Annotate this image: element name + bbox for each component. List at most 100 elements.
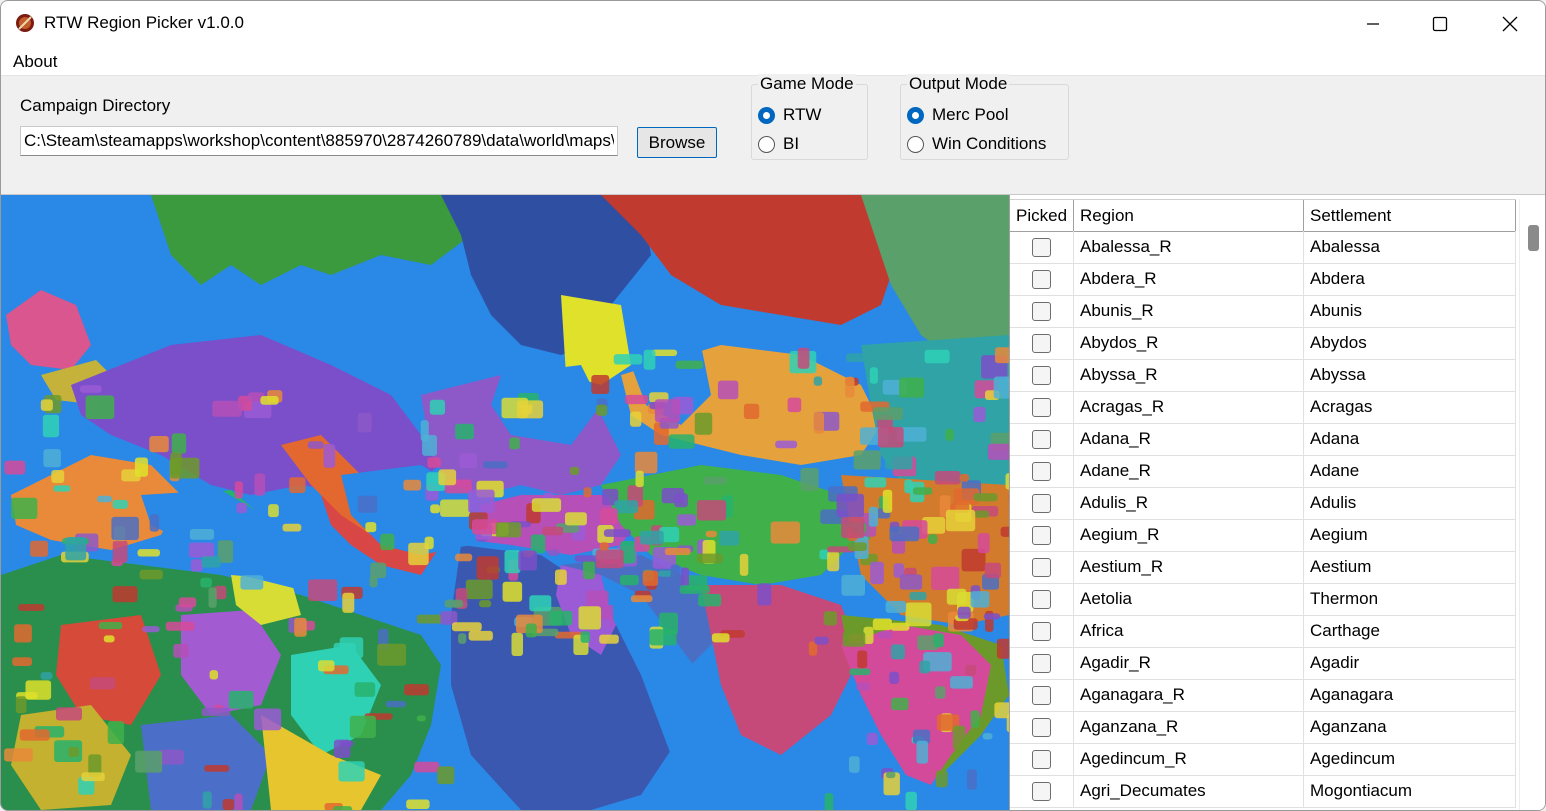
- region-map[interactable]: [1, 195, 1009, 810]
- maximize-button[interactable]: [1406, 1, 1474, 46]
- settlement-cell: Adane: [1304, 455, 1516, 487]
- table-row[interactable]: Agadir_R Agadir: [1010, 647, 1516, 680]
- minimize-icon: [1367, 22, 1379, 25]
- picked-cell[interactable]: [1010, 327, 1074, 359]
- close-icon: [1502, 16, 1518, 31]
- region-map-canvas[interactable]: [1, 195, 1009, 810]
- table-row[interactable]: Abunis_R Abunis: [1010, 295, 1516, 328]
- region-cell: Adana_R: [1074, 423, 1304, 455]
- picked-checkbox[interactable]: [1032, 653, 1051, 673]
- settlement-cell: Aganagara: [1304, 679, 1516, 711]
- game-mode-group: Game Mode RTW BI: [751, 74, 868, 160]
- picked-cell[interactable]: [1010, 455, 1074, 487]
- browse-button[interactable]: Browse: [637, 127, 717, 158]
- game-mode-bi-radio[interactable]: [758, 135, 775, 153]
- minimize-button[interactable]: [1339, 1, 1407, 46]
- settlement-cell: Aestium: [1304, 551, 1516, 583]
- picked-checkbox[interactable]: [1032, 461, 1051, 481]
- menu-bar: About: [1, 46, 1545, 76]
- picked-checkbox[interactable]: [1032, 365, 1051, 385]
- table-row[interactable]: Aetolia Thermon: [1010, 583, 1516, 616]
- table-row[interactable]: Acragas_R Acragas: [1010, 391, 1516, 424]
- table-row[interactable]: Aganagara_R Aganagara: [1010, 679, 1516, 712]
- picked-cell[interactable]: [1010, 775, 1074, 807]
- settlement-cell: Agedincum: [1304, 743, 1516, 775]
- picked-checkbox[interactable]: [1032, 621, 1051, 641]
- picked-checkbox[interactable]: [1032, 557, 1051, 577]
- table-row[interactable]: Aestium_R Aestium: [1010, 551, 1516, 584]
- picked-checkbox[interactable]: [1032, 397, 1051, 417]
- picked-cell[interactable]: [1010, 743, 1074, 775]
- window-title: RTW Region Picker v1.0.0: [44, 13, 244, 32]
- output-mode-win-conditions-label: Win Conditions: [932, 134, 1047, 153]
- picked-cell[interactable]: [1010, 423, 1074, 455]
- picked-checkbox[interactable]: [1032, 333, 1051, 353]
- picked-checkbox[interactable]: [1032, 493, 1051, 513]
- settlement-cell: Abyssa: [1304, 359, 1516, 391]
- game-mode-bi-option[interactable]: BI: [758, 134, 799, 154]
- picked-cell[interactable]: [1010, 615, 1074, 647]
- picked-cell[interactable]: [1010, 487, 1074, 519]
- game-mode-legend: Game Mode: [758, 74, 856, 94]
- table-row[interactable]: Aganzana_R Aganzana: [1010, 711, 1516, 744]
- settlement-cell: Abunis: [1304, 295, 1516, 327]
- output-mode-merc-pool-radio[interactable]: [907, 106, 924, 124]
- region-cell: Abunis_R: [1074, 295, 1304, 327]
- picked-checkbox[interactable]: [1032, 269, 1051, 289]
- output-mode-group: Output Mode Merc Pool Win Conditions: [900, 74, 1069, 160]
- picked-cell[interactable]: [1010, 231, 1074, 263]
- menu-about[interactable]: About: [13, 52, 57, 72]
- settlement-cell: Aegium: [1304, 519, 1516, 551]
- picked-checkbox[interactable]: [1032, 237, 1051, 257]
- output-mode-win-conditions-radio[interactable]: [907, 135, 924, 153]
- table-row[interactable]: Adulis_R Adulis: [1010, 487, 1516, 520]
- settlement-cell: Adana: [1304, 423, 1516, 455]
- grid-header: Picked Region Settlement: [1010, 199, 1516, 232]
- scrollbar-thumb[interactable]: [1528, 225, 1539, 251]
- picked-checkbox[interactable]: [1032, 589, 1051, 609]
- picked-cell[interactable]: [1010, 647, 1074, 679]
- column-header-region[interactable]: Region: [1074, 200, 1304, 231]
- table-row[interactable]: Africa Carthage: [1010, 615, 1516, 648]
- picked-checkbox[interactable]: [1032, 749, 1051, 769]
- maximize-icon: [1432, 16, 1448, 31]
- table-row[interactable]: Adane_R Adane: [1010, 455, 1516, 488]
- game-mode-rtw-radio[interactable]: [758, 106, 775, 124]
- table-row[interactable]: Agedincum_R Agedincum: [1010, 743, 1516, 776]
- picked-checkbox[interactable]: [1032, 301, 1051, 321]
- picked-cell[interactable]: [1010, 295, 1074, 327]
- picked-cell[interactable]: [1010, 551, 1074, 583]
- table-row[interactable]: Abalessa_R Abalessa: [1010, 231, 1516, 264]
- column-header-picked[interactable]: Picked: [1010, 200, 1074, 231]
- picked-cell[interactable]: [1010, 519, 1074, 551]
- region-cell: Agri_Decumates: [1074, 775, 1304, 807]
- picked-cell[interactable]: [1010, 359, 1074, 391]
- picked-checkbox[interactable]: [1032, 717, 1051, 737]
- picked-cell[interactable]: [1010, 391, 1074, 423]
- game-mode-rtw-option[interactable]: RTW: [758, 105, 821, 125]
- table-row[interactable]: Abdera_R Abdera: [1010, 263, 1516, 296]
- output-mode-win-conditions-option[interactable]: Win Conditions: [907, 134, 1046, 154]
- picked-cell[interactable]: [1010, 711, 1074, 743]
- table-row[interactable]: Abyssa_R Abyssa: [1010, 359, 1516, 392]
- picked-cell[interactable]: [1010, 679, 1074, 711]
- table-row[interactable]: Adana_R Adana: [1010, 423, 1516, 456]
- campaign-directory-input[interactable]: [20, 126, 618, 156]
- picked-cell[interactable]: [1010, 263, 1074, 295]
- table-row[interactable]: Abydos_R Abydos: [1010, 327, 1516, 360]
- picked-checkbox[interactable]: [1032, 781, 1051, 801]
- vertical-scrollbar[interactable]: [1519, 199, 1545, 810]
- column-header-settlement[interactable]: Settlement: [1304, 200, 1516, 231]
- game-mode-rtw-label: RTW: [783, 105, 822, 124]
- picked-checkbox[interactable]: [1032, 685, 1051, 705]
- title-bar[interactable]: RTW Region Picker v1.0.0: [1, 1, 1545, 46]
- table-row[interactable]: Agri_Decumates Mogontiacum: [1010, 775, 1516, 808]
- region-cell: Abalessa_R: [1074, 231, 1304, 263]
- picked-checkbox[interactable]: [1032, 429, 1051, 449]
- region-grid: Picked Region Settlement Abalessa_R Abale…: [1009, 195, 1545, 810]
- picked-cell[interactable]: [1010, 583, 1074, 615]
- output-mode-merc-pool-option[interactable]: Merc Pool: [907, 105, 1009, 125]
- picked-checkbox[interactable]: [1032, 525, 1051, 545]
- table-row[interactable]: Aegium_R Aegium: [1010, 519, 1516, 552]
- close-button[interactable]: [1476, 1, 1544, 46]
